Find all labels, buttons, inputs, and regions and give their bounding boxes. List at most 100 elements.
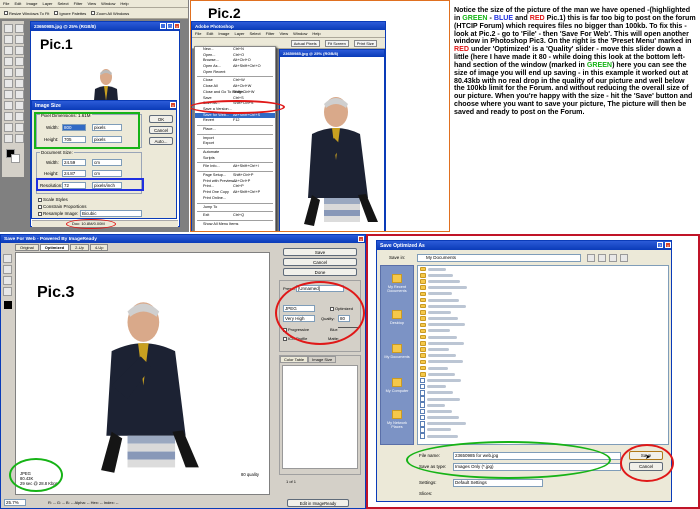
move-tool-icon[interactable] [4, 24, 13, 33]
minimize-icon[interactable]: _ [160, 23, 166, 29]
eraser-tool-icon[interactable] [4, 79, 13, 88]
sfw-save-button[interactable]: Save [283, 248, 357, 256]
tab-original[interactable]: Original [15, 244, 39, 251]
quality-slider[interactable] [338, 324, 358, 328]
file-menu-item[interactable]: Scripts [195, 156, 275, 162]
resize-windows-option[interactable]: Resize Windows To Fit [4, 11, 49, 16]
resolution-unit-select[interactable]: pixels/inch [92, 182, 122, 189]
doc-height-unit-select[interactable]: cm [92, 170, 122, 177]
pic2-menu-edit[interactable]: Edit [206, 31, 213, 36]
resolution-input[interactable]: 72 [62, 182, 86, 189]
pic2-menu-filter[interactable]: Filter [266, 31, 275, 36]
slice-select-tool-icon[interactable] [3, 265, 12, 274]
eyedropper-color-swatch[interactable] [4, 301, 12, 309]
hand-tool-icon[interactable] [4, 134, 13, 143]
resample-method-select[interactable]: Bicubic [80, 210, 142, 217]
file-menu-item[interactable]: File Info... Alt+Shift+Ctrl+I [195, 164, 275, 170]
place-desktop[interactable]: Desktop [381, 300, 413, 334]
edit-in-imageready-button[interactable]: Edit in ImageReady [287, 499, 349, 507]
view-menu-icon[interactable] [620, 254, 628, 262]
healing-tool-icon[interactable] [4, 57, 13, 66]
filename-input[interactable]: 23650985 for web.jpg [453, 452, 621, 460]
settings-select[interactable]: Default Settings [453, 479, 543, 487]
resample-checkbox[interactable]: Resample Image: [38, 211, 78, 216]
pic2-menu-image[interactable]: Image [218, 31, 229, 36]
type-tool-icon[interactable] [15, 101, 24, 110]
sfw-cancel-button[interactable]: Cancel [283, 258, 357, 266]
up-folder-icon[interactable] [598, 254, 606, 262]
new-folder-icon[interactable] [609, 254, 617, 262]
file-menu-item[interactable]: Print Online... [195, 196, 275, 202]
stamp-tool-icon[interactable] [4, 68, 13, 77]
tab-2up[interactable]: 2-Up [70, 244, 89, 251]
file-menu-item[interactable]: Place... [195, 127, 275, 133]
pic2-menu-file[interactable]: File [195, 31, 201, 36]
doc-width-input[interactable]: 24.59 [62, 159, 86, 166]
doc-height-input[interactable]: 24.87 [62, 170, 86, 177]
height-input[interactable]: 705 [62, 136, 86, 143]
width-unit-select[interactable]: pixels [92, 124, 122, 131]
color-table-tab[interactable]: Color Table [280, 356, 309, 363]
pic1-menu-window[interactable]: Window [101, 1, 115, 6]
pen-tool-icon[interactable] [4, 112, 13, 121]
zoom-all-option[interactable]: Zoom All Windows [91, 11, 129, 16]
eyedropper-tool-icon[interactable] [15, 123, 24, 132]
file-menu-item[interactable]: Open Recent [195, 70, 275, 76]
save-in-select[interactable]: My Documents [417, 254, 581, 262]
width-input[interactable]: 800 [62, 124, 86, 131]
dodge-tool-icon[interactable] [15, 90, 24, 99]
constrain-checkbox[interactable]: Constrain Proportions [38, 204, 87, 209]
compression-quality-select[interactable]: Very High [283, 315, 315, 322]
sfw-done-button[interactable]: Done [283, 268, 357, 276]
zoom-tool-icon[interactable] [15, 134, 24, 143]
file-menu-item[interactable]: Jump To [195, 205, 275, 211]
pic2-menu-window[interactable]: Window [293, 31, 307, 36]
pic2-menu-layer[interactable]: Layer [234, 31, 244, 36]
palette-button-1[interactable]: Fit Screen [324, 39, 349, 47]
pic2-menu-help[interactable]: Help [312, 31, 320, 36]
palette-button-0[interactable]: Actual Pixels [290, 39, 320, 47]
palette-button-2[interactable]: Print Size [353, 39, 377, 47]
save-type-select[interactable]: Images Only (*.jpg) [453, 463, 621, 471]
pic1-menu-help[interactable]: Help [120, 1, 128, 6]
pic1-menu-edit[interactable]: Edit [14, 1, 21, 6]
pic1-menu-file[interactable]: File [3, 1, 9, 6]
file-menu-item[interactable]: Export [195, 141, 275, 147]
notes-tool-icon[interactable] [4, 123, 13, 132]
place-my-network-places[interactable]: My Network Places [381, 402, 413, 436]
zoom-level-select[interactable]: 25.7% [4, 499, 26, 506]
hand-tool-icon[interactable] [3, 254, 12, 263]
preset-select[interactable]: [Unnamed] [296, 285, 344, 292]
close-icon[interactable]: × [174, 23, 180, 29]
close-icon[interactable]: × [170, 102, 176, 108]
image-size-tab[interactable]: Image Size [308, 356, 337, 363]
file-menu-item[interactable]: Exit Ctrl+Q [195, 213, 275, 219]
doc-width-unit-select[interactable]: cm [92, 159, 122, 166]
pic2-menu-view[interactable]: View [280, 31, 289, 36]
brush-tool-icon[interactable] [15, 57, 24, 66]
pic1-menu-view[interactable]: View [88, 1, 97, 6]
format-select[interactable]: JPEG [283, 305, 315, 312]
file-menu-item[interactable]: Revert F12 [195, 118, 275, 124]
zoom-tool-icon[interactable] [3, 276, 12, 285]
magic-wand-tool-icon[interactable] [15, 35, 24, 44]
crop-tool-icon[interactable] [4, 46, 13, 55]
pic1-menu-filter[interactable]: Filter [74, 1, 83, 6]
tab-optimized[interactable]: Optimized [39, 244, 70, 251]
scale-styles-checkbox[interactable]: Scale Styles [38, 197, 68, 202]
place-my-computer[interactable]: My Computer [381, 368, 413, 402]
history-brush-tool-icon[interactable] [15, 68, 24, 77]
place-my-recent-documents[interactable]: My Recent Documents [381, 266, 413, 300]
lasso-tool-icon[interactable] [4, 35, 13, 44]
auto-button[interactable]: Auto... [149, 137, 173, 145]
maximize-icon[interactable]: □ [167, 23, 173, 29]
close-icon[interactable]: × [358, 236, 364, 242]
background-color-swatch[interactable] [11, 154, 20, 163]
pic1-menu-select[interactable]: Select [58, 1, 69, 6]
ok-button[interactable]: OK [149, 115, 173, 123]
cancel-button[interactable]: Cancel [629, 462, 663, 471]
ignore-palettes-option[interactable]: Ignore Palettes [54, 11, 86, 16]
place-my-documents[interactable]: My Documents [381, 334, 413, 368]
cancel-button[interactable]: Cancel [149, 126, 173, 134]
quality-input[interactable]: 80 [338, 315, 350, 322]
